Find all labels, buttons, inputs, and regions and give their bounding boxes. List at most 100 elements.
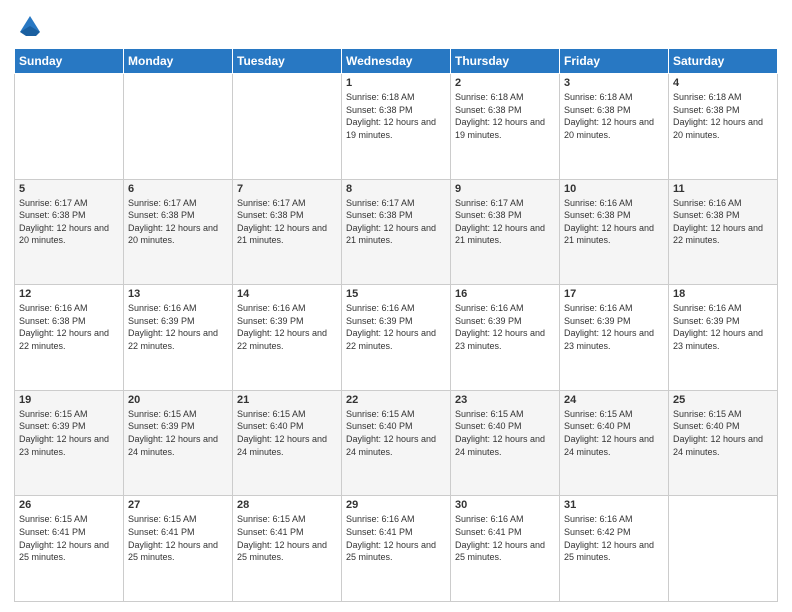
day-info: Sunrise: 6:17 AM Sunset: 6:38 PM Dayligh… [346, 197, 446, 247]
day-number: 9 [455, 183, 555, 195]
calendar-cell: 4Sunrise: 6:18 AM Sunset: 6:38 PM Daylig… [669, 74, 778, 180]
calendar-cell: 1 Sunrise: 6:18 AM Sunset: 6:38 PM Daylig… [342, 74, 451, 180]
calendar-cell: 15 Sunrise: 6:16 AM Sunset: 6:39 PM Dayli… [342, 285, 451, 391]
calendar-cell: 12Sunrise: 6:16 AM Sunset: 6:38 PM Dayli… [15, 285, 124, 391]
calendar-cell: 30 Sunrise: 6:16 AM Sunset: 6:41 PM Dayli… [451, 496, 560, 602]
day-number: 18 [673, 288, 773, 300]
calendar-cell: 23Sunrise: 6:15 AM Sunset: 6:40 PM Dayli… [451, 390, 560, 496]
week-row-4: 26 Sunrise: 6:15 AM Sunset: 6:41 PM Dayli… [15, 496, 778, 602]
calendar-cell: 31 Sunrise: 6:16 AM Sunset: 6:42 PM Dayli… [560, 496, 669, 602]
day-info: Sunrise: 6:15 AM Sunset: 6:39 PM Dayligh… [128, 408, 228, 458]
calendar-cell: 18 Sunrise: 6:16 AM Sunset: 6:39 PM Dayli… [669, 285, 778, 391]
calendar-cell: 6 Sunrise: 6:17 AM Sunset: 6:38 PM Daylig… [124, 179, 233, 285]
calendar-cell: 19Sunrise: 6:15 AM Sunset: 6:39 PM Dayli… [15, 390, 124, 496]
week-row-3: 19 Sunrise: 6:15 AM Sunset: 6:39 PM Dayli… [15, 390, 778, 496]
day-number: 21 [237, 394, 337, 406]
day-info: Sunrise: 6:16 AM Sunset: 6:41 PM Dayligh… [346, 513, 446, 563]
calendar-cell: 20 Sunrise: 6:15 AM Sunset: 6:39 PM Dayli… [124, 390, 233, 496]
day-info: Sunrise: 6:18 AM Sunset: 6:38 PM Dayligh… [346, 91, 446, 141]
week-row-1: 5 Sunrise: 6:17 AM Sunset: 6:38 PM Daylig… [15, 179, 778, 285]
day-number: 19 [19, 394, 119, 406]
day-info: Sunrise: 6:18 AM Sunset: 6:38 PM Dayligh… [564, 91, 664, 141]
day-info: Sunrise: 6:15 AM Sunset: 6:41 PM Dayligh… [19, 513, 119, 563]
day-number: 5 [19, 183, 119, 195]
day-number: 22 [346, 394, 446, 406]
day-number: 20 [128, 394, 228, 406]
calendar-cell [15, 74, 124, 180]
day-info: Sunrise: 6:16 AM Sunset: 6:39 PM Dayligh… [673, 302, 773, 352]
day-info: Sunrise: 6:15 AM Sunset: 6:40 PM Dayligh… [673, 408, 773, 458]
day-info: Sunrise: 6:16 AM Sunset: 6:39 PM Dayligh… [346, 302, 446, 352]
day-header-tuesday: Tuesday [233, 49, 342, 74]
calendar-cell [233, 74, 342, 180]
day-info: Sunrise: 6:16 AM Sunset: 6:38 PM Dayligh… [564, 197, 664, 247]
day-info: Sunrise: 6:17 AM Sunset: 6:38 PM Dayligh… [455, 197, 555, 247]
day-number: 8 [346, 183, 446, 195]
calendar-table: SundayMondayTuesdayWednesdayThursdayFrid… [14, 48, 778, 602]
day-number: 31 [564, 499, 664, 511]
day-number: 24 [564, 394, 664, 406]
day-header-friday: Friday [560, 49, 669, 74]
day-info: Sunrise: 6:16 AM Sunset: 6:38 PM Dayligh… [673, 197, 773, 247]
calendar-cell: 8 Sunrise: 6:17 AM Sunset: 6:38 PM Daylig… [342, 179, 451, 285]
header [14, 12, 778, 40]
day-info: Sunrise: 6:17 AM Sunset: 6:38 PM Dayligh… [237, 197, 337, 247]
calendar-cell: 29 Sunrise: 6:16 AM Sunset: 6:41 PM Dayli… [342, 496, 451, 602]
day-info: Sunrise: 6:17 AM Sunset: 6:38 PM Dayligh… [128, 197, 228, 247]
day-info: Sunrise: 6:16 AM Sunset: 6:41 PM Dayligh… [455, 513, 555, 563]
day-number: 29 [346, 499, 446, 511]
day-number: 2 [455, 77, 555, 89]
day-number: 1 [346, 77, 446, 89]
day-number: 10 [564, 183, 664, 195]
day-info: Sunrise: 6:15 AM Sunset: 6:40 PM Dayligh… [346, 408, 446, 458]
calendar-cell: 27Sunrise: 6:15 AM Sunset: 6:41 PM Dayli… [124, 496, 233, 602]
calendar-cell: 5 Sunrise: 6:17 AM Sunset: 6:38 PM Daylig… [15, 179, 124, 285]
day-number: 17 [564, 288, 664, 300]
calendar-cell: 13 Sunrise: 6:16 AM Sunset: 6:39 PM Dayli… [124, 285, 233, 391]
calendar-cell: 7 Sunrise: 6:17 AM Sunset: 6:38 PM Daylig… [233, 179, 342, 285]
day-info: Sunrise: 6:15 AM Sunset: 6:40 PM Dayligh… [237, 408, 337, 458]
calendar-cell: 3Sunrise: 6:18 AM Sunset: 6:38 PM Daylig… [560, 74, 669, 180]
calendar-cell [669, 496, 778, 602]
day-number: 30 [455, 499, 555, 511]
calendar-cell: 25Sunrise: 6:15 AM Sunset: 6:40 PM Dayli… [669, 390, 778, 496]
day-info: Sunrise: 6:16 AM Sunset: 6:39 PM Dayligh… [564, 302, 664, 352]
day-number: 26 [19, 499, 119, 511]
week-row-0: 1 Sunrise: 6:18 AM Sunset: 6:38 PM Daylig… [15, 74, 778, 180]
logo [14, 12, 44, 40]
calendar-cell: 9 Sunrise: 6:17 AM Sunset: 6:38 PM Daylig… [451, 179, 560, 285]
day-info: Sunrise: 6:16 AM Sunset: 6:38 PM Dayligh… [19, 302, 119, 352]
page: SundayMondayTuesdayWednesdayThursdayFrid… [0, 0, 792, 612]
day-number: 6 [128, 183, 228, 195]
calendar-cell: 24 Sunrise: 6:15 AM Sunset: 6:40 PM Dayli… [560, 390, 669, 496]
day-number: 11 [673, 183, 773, 195]
day-number: 23 [455, 394, 555, 406]
day-info: Sunrise: 6:17 AM Sunset: 6:38 PM Dayligh… [19, 197, 119, 247]
header-row: SundayMondayTuesdayWednesdayThursdayFrid… [15, 49, 778, 74]
calendar-cell: 26 Sunrise: 6:15 AM Sunset: 6:41 PM Dayli… [15, 496, 124, 602]
day-number: 7 [237, 183, 337, 195]
calendar-cell: 17 Sunrise: 6:16 AM Sunset: 6:39 PM Dayli… [560, 285, 669, 391]
day-number: 13 [128, 288, 228, 300]
calendar-cell: 2 Sunrise: 6:18 AM Sunset: 6:38 PM Daylig… [451, 74, 560, 180]
calendar-cell: 16 Sunrise: 6:16 AM Sunset: 6:39 PM Dayli… [451, 285, 560, 391]
day-info: Sunrise: 6:15 AM Sunset: 6:41 PM Dayligh… [237, 513, 337, 563]
day-info: Sunrise: 6:18 AM Sunset: 6:38 PM Dayligh… [455, 91, 555, 141]
day-header-monday: Monday [124, 49, 233, 74]
calendar-cell: 28 Sunrise: 6:15 AM Sunset: 6:41 PM Dayli… [233, 496, 342, 602]
day-number: 15 [346, 288, 446, 300]
day-number: 28 [237, 499, 337, 511]
calendar-cell: 21 Sunrise: 6:15 AM Sunset: 6:40 PM Dayli… [233, 390, 342, 496]
day-info: Sunrise: 6:16 AM Sunset: 6:39 PM Dayligh… [128, 302, 228, 352]
calendar-cell: 11 Sunrise: 6:16 AM Sunset: 6:38 PM Dayli… [669, 179, 778, 285]
day-number: 16 [455, 288, 555, 300]
day-header-thursday: Thursday [451, 49, 560, 74]
day-info: Sunrise: 6:16 AM Sunset: 6:42 PM Dayligh… [564, 513, 664, 563]
day-number: 14 [237, 288, 337, 300]
logo-icon [16, 12, 44, 40]
day-info: Sunrise: 6:16 AM Sunset: 6:39 PM Dayligh… [455, 302, 555, 352]
day-header-wednesday: Wednesday [342, 49, 451, 74]
day-number: 27 [128, 499, 228, 511]
day-header-saturday: Saturday [669, 49, 778, 74]
day-info: Sunrise: 6:15 AM Sunset: 6:40 PM Dayligh… [564, 408, 664, 458]
